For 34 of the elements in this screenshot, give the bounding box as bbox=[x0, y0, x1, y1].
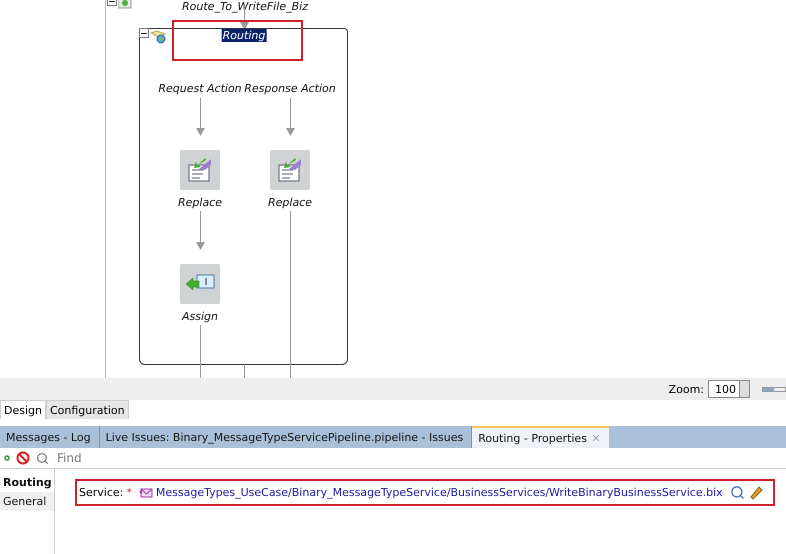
flow-arrow bbox=[196, 211, 205, 250]
collapse-toggle[interactable] bbox=[139, 28, 149, 38]
close-icon[interactable] bbox=[590, 433, 601, 443]
assign-node[interactable] bbox=[180, 264, 220, 304]
panel-tab[interactable]: Routing - Properties bbox=[472, 426, 609, 448]
stage-label: Route_To_WriteFile_Biz bbox=[182, 0, 308, 13]
service-link[interactable]: MessageTypes_UseCase/Binary_MessageTypeService/BusinessServices/WriteBinaryBusinessService.bix bbox=[156, 486, 723, 499]
routing-label[interactable]: Routing bbox=[222, 29, 266, 42]
stage-node-icon bbox=[118, 0, 132, 9]
no-entry-icon[interactable] bbox=[16, 451, 30, 465]
replace-node[interactable] bbox=[270, 150, 310, 190]
zoom-label: Zoom: bbox=[668, 382, 704, 396]
service-label: Service: bbox=[79, 486, 124, 499]
editor-tab[interactable]: Design bbox=[0, 400, 46, 419]
zoom-slider-fill[interactable] bbox=[763, 388, 774, 390]
flow-arrow bbox=[196, 98, 205, 136]
editor-tab[interactable]: Configuration bbox=[46, 400, 129, 419]
branch-label: Request Action bbox=[158, 82, 242, 95]
search-icon[interactable] bbox=[730, 485, 745, 500]
zoom-spinner[interactable]: 100 bbox=[708, 380, 750, 398]
flow-arrow bbox=[286, 98, 295, 136]
branch-label: Response Action bbox=[244, 82, 336, 95]
ring-icon[interactable] bbox=[4, 455, 10, 461]
node-label: Replace bbox=[178, 196, 222, 209]
replace-node[interactable] bbox=[180, 150, 220, 190]
side-tab[interactable]: General bbox=[0, 492, 54, 511]
pencil-icon[interactable] bbox=[748, 485, 763, 500]
required-mark: * bbox=[126, 486, 132, 499]
node-label: Replace bbox=[268, 196, 312, 209]
node-label: Assign bbox=[182, 310, 218, 323]
routing-node-icon bbox=[150, 30, 168, 44]
envelope-icon bbox=[138, 486, 153, 500]
panel-tab[interactable]: Messages - Log bbox=[0, 426, 100, 448]
search-icon bbox=[36, 452, 49, 464]
